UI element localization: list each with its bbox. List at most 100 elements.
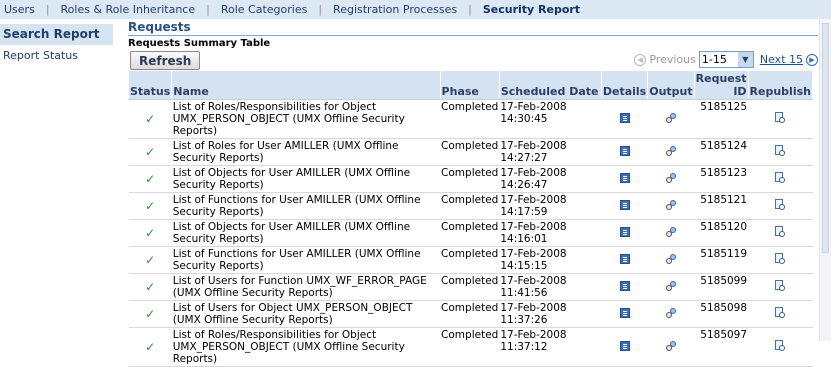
scheduled-date-cell: 17-Feb-2008 14:26:47 bbox=[499, 165, 602, 193]
republish-icon[interactable] bbox=[774, 111, 786, 124]
output-icon[interactable] bbox=[665, 199, 677, 211]
details-icon[interactable] bbox=[619, 172, 630, 183]
output-cell bbox=[647, 219, 695, 247]
scheduled-date-cell: 17-Feb-2008 11:37:26 bbox=[499, 300, 602, 328]
republish-icon[interactable] bbox=[774, 279, 786, 292]
phase-cell: Completed bbox=[440, 273, 500, 301]
column-header-name: Name bbox=[171, 70, 441, 100]
refresh-button[interactable]: Refresh bbox=[130, 51, 201, 70]
request-id-cell: 5185125 bbox=[694, 99, 749, 139]
republish-cell bbox=[748, 138, 813, 166]
details-icon[interactable] bbox=[619, 112, 630, 123]
phase-cell: Completed bbox=[440, 327, 500, 367]
output-cell bbox=[647, 99, 695, 139]
output-icon[interactable] bbox=[665, 280, 677, 292]
republish-icon[interactable] bbox=[774, 252, 786, 265]
chevron-down-icon[interactable]: ▼ bbox=[737, 52, 753, 67]
scheduled-date-cell: 17-Feb-2008 14:15:15 bbox=[499, 246, 602, 274]
scheduled-date-cell: 17-Feb-2008 14:17:59 bbox=[499, 192, 602, 220]
details-icon[interactable] bbox=[619, 340, 630, 351]
column-header-phase: Phase bbox=[439, 70, 500, 100]
phase-cell: Completed bbox=[440, 192, 500, 220]
name-cell: List of Functions for User AMILLER (UMX … bbox=[171, 246, 441, 274]
tab-registration-processes[interactable]: Registration Processes bbox=[322, 3, 468, 16]
sidebar-item-search-report[interactable]: Search Report bbox=[0, 24, 113, 45]
republish-icon[interactable] bbox=[774, 144, 786, 157]
name-cell: List of Users for Object UMX_PERSON_OBJE… bbox=[171, 300, 441, 328]
output-icon[interactable] bbox=[665, 226, 677, 238]
output-icon[interactable] bbox=[665, 253, 677, 265]
status-cell: ✓ bbox=[128, 246, 172, 274]
request-id-cell: 5185097 bbox=[694, 327, 749, 367]
previous-icon: ◀ bbox=[634, 53, 647, 66]
details-icon[interactable] bbox=[619, 145, 630, 156]
details-icon[interactable] bbox=[619, 280, 630, 291]
republish-cell bbox=[748, 273, 813, 301]
output-cell bbox=[647, 192, 695, 220]
details-cell bbox=[601, 99, 648, 139]
range-select[interactable]: 1-15 ▼ bbox=[698, 51, 754, 68]
output-icon[interactable] bbox=[665, 112, 677, 124]
status-cell: ✓ bbox=[128, 327, 172, 367]
tab-users[interactable]: Users bbox=[0, 3, 46, 16]
scrollbar-thumb[interactable] bbox=[822, 23, 829, 253]
column-header-details: Details bbox=[600, 70, 649, 100]
republish-icon[interactable] bbox=[774, 306, 786, 319]
previous-link: Previous bbox=[649, 53, 696, 66]
output-cell bbox=[647, 138, 695, 166]
republish-cell bbox=[748, 192, 813, 220]
vertical-scrollbar[interactable] bbox=[819, 19, 831, 341]
scheduled-date-cell: 17-Feb-2008 14:16:01 bbox=[499, 219, 602, 247]
request-id-cell: 5185119 bbox=[694, 246, 749, 274]
section-title: Requests bbox=[128, 20, 818, 36]
output-icon[interactable] bbox=[665, 307, 677, 319]
name-cell: List of Users for Function UMX_WF_ERROR_… bbox=[171, 273, 441, 301]
column-header-republish: Republish bbox=[747, 70, 814, 100]
details-cell bbox=[601, 273, 648, 301]
next-icon[interactable]: ▶ bbox=[806, 53, 818, 66]
request-id-cell: 5185121 bbox=[694, 192, 749, 220]
output-icon[interactable] bbox=[665, 145, 677, 157]
republish-cell bbox=[748, 246, 813, 274]
output-icon[interactable] bbox=[665, 172, 677, 184]
phase-cell: Completed bbox=[440, 138, 500, 166]
table-row: ✓ List of Roles/Responsibilities for Obje… bbox=[128, 327, 813, 367]
details-icon[interactable] bbox=[619, 253, 630, 264]
table-row: ✓ List of Roles/Responsibilities for Obje… bbox=[128, 99, 813, 139]
details-icon[interactable] bbox=[619, 307, 630, 318]
republish-cell bbox=[748, 219, 813, 247]
details-cell bbox=[601, 138, 648, 166]
tab-security-report[interactable]: Security Report bbox=[472, 3, 591, 16]
check-icon: ✓ bbox=[145, 198, 156, 213]
check-icon: ✓ bbox=[145, 225, 156, 240]
scheduled-date-cell: 17-Feb-2008 14:27:27 bbox=[499, 138, 602, 166]
sidebar-item-report-status[interactable]: Report Status bbox=[0, 45, 113, 66]
scheduled-date-cell: 17-Feb-2008 11:37:12 bbox=[499, 327, 602, 367]
details-icon[interactable] bbox=[619, 199, 630, 210]
next-link[interactable]: Next 15 bbox=[760, 53, 803, 66]
check-icon: ✓ bbox=[145, 144, 156, 159]
table-row: ✓ List of Functions for User AMILLER (UMX… bbox=[128, 246, 813, 274]
output-cell bbox=[647, 273, 695, 301]
column-header-scheduled-date: Scheduled Date bbox=[498, 70, 602, 100]
details-cell bbox=[601, 219, 648, 247]
republish-icon[interactable] bbox=[774, 339, 786, 352]
phase-cell: Completed bbox=[440, 99, 500, 139]
column-header-output: Output bbox=[647, 70, 695, 100]
table-title: Requests Summary Table bbox=[128, 38, 271, 49]
tab-role-categories[interactable]: Role Categories bbox=[210, 3, 319, 16]
republish-icon[interactable] bbox=[774, 171, 786, 184]
column-header-status: Status bbox=[127, 70, 173, 100]
output-icon[interactable] bbox=[665, 340, 677, 352]
republish-icon[interactable] bbox=[774, 198, 786, 211]
phase-cell: Completed bbox=[440, 165, 500, 193]
table-row: ✓ List of Objects for User AMILLER (UMX O… bbox=[128, 165, 813, 193]
republish-icon[interactable] bbox=[774, 225, 786, 238]
status-cell: ✓ bbox=[128, 138, 172, 166]
republish-cell bbox=[748, 165, 813, 193]
table-row: ✓ List of Functions for User AMILLER (UMX… bbox=[128, 192, 813, 220]
name-cell: List of Roles/Responsibilities for Objec… bbox=[171, 327, 441, 367]
republish-cell bbox=[748, 99, 813, 139]
tab-roles-role-inheritance[interactable]: Roles & Role Inheritance bbox=[50, 3, 207, 16]
details-icon[interactable] bbox=[619, 226, 630, 237]
